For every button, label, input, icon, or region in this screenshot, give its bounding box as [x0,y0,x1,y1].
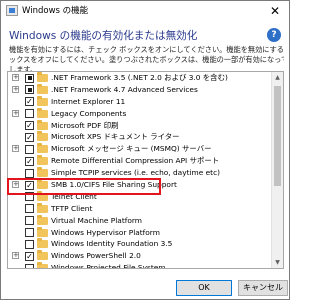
close-icon[interactable]: ✕ [265,2,285,20]
folder-icon [37,72,48,82]
scroll-down-arrow-icon[interactable]: ▼ [272,257,283,268]
feature-row[interactable]: ✓ Microsoft PDF 印刷 [8,119,270,132]
folder-icon [37,226,48,237]
feature-checkbox[interactable] [25,109,34,119]
feature-label: Windows Projected File System [51,263,166,269]
feature-row[interactable]: + Microsoft メッセージ キュー (MSMQ) サーバー [8,143,270,155]
feature-row[interactable]: Virtual Machine Platform [8,214,270,227]
description-line: 機能を有効にするには、チェック ボックスをオンにしてください。機能を無効にするに… [9,45,284,54]
feature-checkbox[interactable] [25,73,34,83]
window-title: Windows の機能 [22,6,89,16]
folder-icon [37,214,48,225]
feature-row[interactable]: ✓ Remote Differential Compression API サポー… [8,155,270,167]
feature-label: SMB 1.0/CIFS File Sharing Support [51,180,177,190]
feature-label: Telnet Client [51,191,97,201]
features-list: + .NET Framework 3.5 (.NET 2.0 および 3.0 を含… [8,72,270,269]
folder-icon [37,131,48,142]
feature-checkbox[interactable]: ✓ [25,121,34,131]
feature-checkbox[interactable] [25,216,34,226]
folder-icon [37,95,48,106]
help-icon[interactable]: ? [267,28,281,42]
folder-icon [37,119,48,130]
feature-row[interactable]: ✓ Microsoft XPS ドキュメント ライター [8,131,270,143]
feature-checkbox[interactable] [25,263,34,268]
feature-checkbox[interactable]: ✓ [25,156,34,166]
folder-icon [37,143,48,154]
feature-label: .NET Framework 4.7 Advanced Services [51,84,198,94]
feature-row[interactable]: ✓ Internet Explorer 11 [8,95,270,108]
feature-label: Microsoft PDF 印刷 [51,120,119,130]
folder-icon [37,250,48,261]
feature-checkbox[interactable] [25,168,34,178]
feature-row[interactable]: TFTP Client [8,202,270,215]
feature-row[interactable]: Windows Hypervisor Platform [8,226,270,239]
features-tree: + .NET Framework 3.5 (.NET 2.0 および 3.0 を含… [7,71,284,269]
feature-row[interactable]: Windows Identity Foundation 3.5 [8,238,270,250]
feature-row[interactable]: + Legacy Components [8,107,270,120]
feature-row[interactable]: Simple TCPIP services (i.e. echo, daytim… [8,167,270,179]
expand-plus-icon[interactable]: + [12,252,19,260]
ok-button[interactable]: OK [176,280,232,296]
description-line: ックスをオフにしてください。塗りつぶされたボックスは、機能の一部が有効になってい… [9,55,284,64]
feature-label: Microsoft XPS ドキュメント ライター [51,132,180,142]
feature-checkbox[interactable]: ✓ [25,132,34,142]
feature-label: TFTP Client [51,203,93,213]
folder-icon [37,83,48,94]
scroll-up-arrow-icon[interactable]: ▲ [272,72,283,83]
feature-checkbox[interactable] [25,239,34,249]
feature-checkbox[interactable]: ✓ [25,251,34,261]
feature-checkbox[interactable] [25,85,34,95]
feature-row[interactable]: + ✓ SMB 1.0/CIFS File Sharing Support [8,179,270,191]
windows-features-app-icon [6,5,18,16]
scrollbar-thumb[interactable] [274,86,281,186]
feature-checkbox[interactable] [25,144,34,154]
expand-plus-icon[interactable]: + [12,109,19,117]
folder-icon [37,167,48,178]
feature-label: .NET Framework 3.5 (.NET 2.0 および 3.0 を含む… [51,73,228,82]
expand-plus-icon[interactable]: + [12,74,19,81]
feature-checkbox[interactable]: ✓ [25,97,34,107]
feature-label: Windows PowerShell 2.0 [51,251,141,261]
feature-label: Windows Hypervisor Platform [51,227,160,237]
feature-label: Virtual Machine Platform [51,215,142,225]
folder-icon [37,107,48,118]
folder-icon [37,262,48,268]
feature-row[interactable]: Windows Projected File System [8,262,270,269]
feature-checkbox[interactable] [25,228,34,238]
folder-icon [37,155,48,166]
expand-plus-icon[interactable]: + [12,145,19,153]
feature-row[interactable]: + ✓ Windows PowerShell 2.0 [8,250,270,262]
folder-icon [37,190,48,201]
windows-features-dialog: Windows の機能 ✕ Windows の機能の有効化または無効化 ? 機能… [0,0,290,300]
folder-icon [37,179,48,190]
feature-checkbox[interactable] [25,204,34,214]
page-title: Windows の機能の有効化または無効化 [9,30,198,42]
feature-checkbox[interactable]: ✓ [25,180,34,190]
feature-label: Remote Differential Compression API サポート [51,156,220,166]
folder-icon [37,238,48,249]
folder-icon [37,202,48,213]
feature-checkbox[interactable] [25,192,34,202]
feature-row[interactable]: Telnet Client [8,190,270,203]
expand-plus-icon[interactable]: + [12,181,19,189]
cancel-button[interactable]: キャンセル [238,280,288,296]
title-bar: Windows の機能 ✕ [1,1,289,21]
feature-row[interactable]: + .NET Framework 4.7 Advanced Services [8,83,270,96]
feature-row[interactable]: + .NET Framework 3.5 (.NET 2.0 および 3.0 を含… [8,72,270,84]
feature-label: Windows Identity Foundation 3.5 [51,239,173,249]
feature-label: Simple TCPIP services (i.e. echo, daytim… [51,168,221,178]
feature-label: Microsoft メッセージ キュー (MSMQ) サーバー [51,144,212,154]
vertical-scrollbar[interactable]: ▲ ▼ [271,72,283,268]
feature-label: Internet Explorer 11 [51,96,126,106]
expand-plus-icon[interactable]: + [12,85,19,93]
feature-label: Legacy Components [51,108,127,118]
